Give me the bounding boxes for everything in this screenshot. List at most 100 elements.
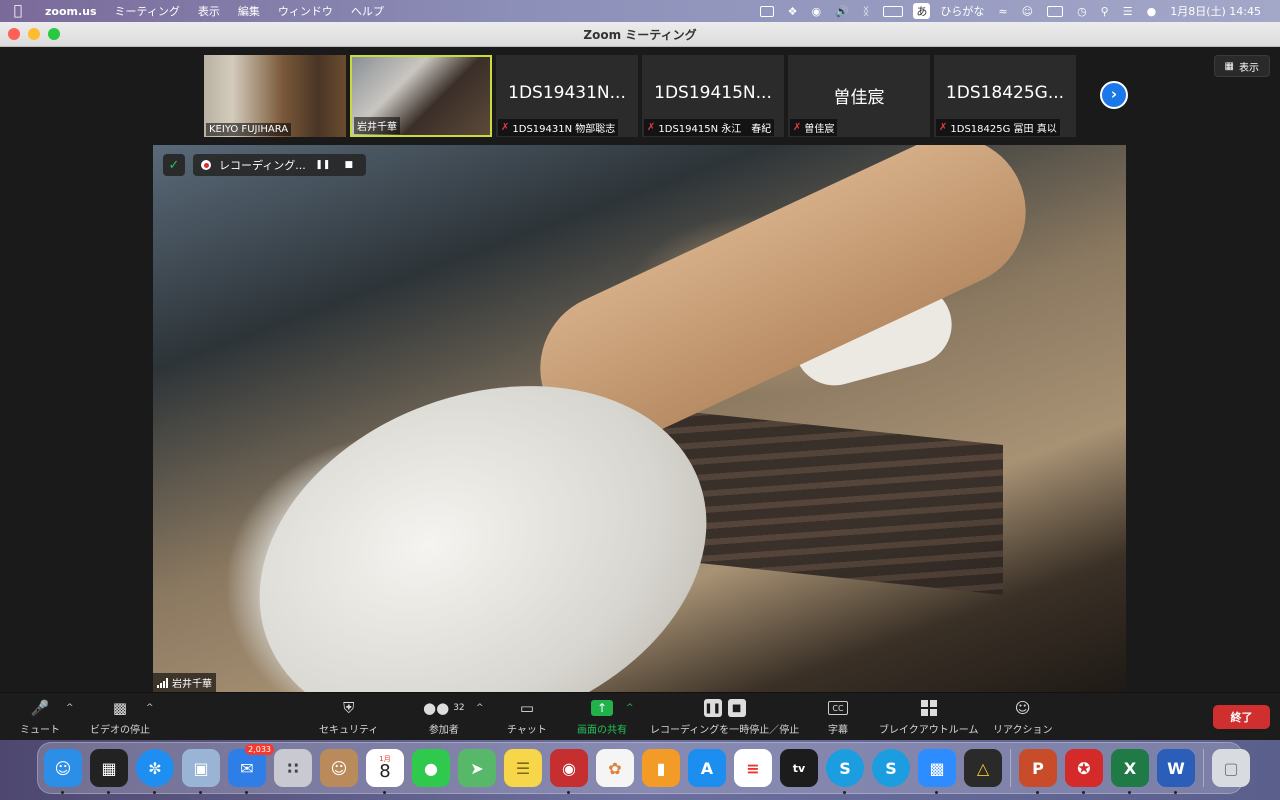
contacts-icon[interactable]: ☺ xyxy=(320,749,358,787)
menu-edit[interactable]: 編集 xyxy=(229,3,269,19)
recording-dot-icon xyxy=(201,160,211,170)
zoom-status-icon[interactable] xyxy=(753,5,781,17)
grid-view-icon: ▦ xyxy=(1224,60,1234,72)
menu-clock[interactable]: 1月8日(土) 14:45 xyxy=(1163,3,1268,19)
share-screen-button[interactable]: ↑ 画面の共有 xyxy=(577,699,627,736)
participant-tile[interactable]: 1DS18425G... ✗ 1DS18425G 冨田 真以 xyxy=(934,55,1076,137)
active-speaker-video: ✓ レコーディング... ❚❚ ■ 岩井千華 xyxy=(153,145,1126,692)
breakout-rooms-icon xyxy=(920,700,937,716)
stop-recording-button[interactable]: ■ xyxy=(340,157,358,173)
participant-name: 岩井千華 xyxy=(354,117,400,134)
participant-tile[interactable]: KEIYO FUJIHARA xyxy=(204,55,346,137)
encryption-shield-icon[interactable]: ✓ xyxy=(163,154,185,176)
chat-bubble-icon: ▭ xyxy=(519,699,535,717)
stop-video-button[interactable]: ▩ ビデオの停止 xyxy=(90,699,150,736)
wifi-icon[interactable]: ≈ xyxy=(991,5,1014,18)
security-button[interactable]: ⛨ セキュリティ xyxy=(319,699,378,736)
participants-icon: ●● xyxy=(423,699,450,717)
bluetooth-icon[interactable]: ᛝ xyxy=(856,5,877,18)
participants-options-caret[interactable]: ^ xyxy=(476,703,484,713)
user-icon[interactable]: ☺ xyxy=(1015,5,1040,18)
recording-overlay: ✓ レコーディング... ❚❚ ■ xyxy=(163,154,366,176)
video-options-caret[interactable]: ^ xyxy=(146,703,154,713)
participant-name: KEIYO FUJIHARA xyxy=(206,123,292,136)
recording-controls-label: レコーディングを一時停止／停止 xyxy=(650,725,800,736)
preview-icon[interactable]: ▣ xyxy=(182,749,220,794)
safari-icon[interactable]: ✼ xyxy=(136,749,174,794)
participant-display-name: 曽佳宸 xyxy=(833,88,885,108)
calendar-day: 8 xyxy=(379,760,391,782)
word-icon[interactable]: W xyxy=(1157,749,1195,794)
zoom-icon[interactable]: ▩ xyxy=(918,749,956,794)
app-store-icon[interactable]: A xyxy=(688,749,726,787)
participant-tile[interactable]: 曽佳宸 ✗ 曽佳宸 xyxy=(788,55,930,137)
mute-button[interactable]: 🎤 ミュート xyxy=(20,699,60,736)
participant-display-name: 1DS19431N... xyxy=(508,83,626,103)
input-method-icon[interactable]: あ xyxy=(913,3,931,19)
dropbox-icon[interactable]: ❖ xyxy=(781,5,805,18)
next-page-button[interactable]: › xyxy=(1100,81,1128,109)
menu-help[interactable]: ヘルプ xyxy=(342,3,393,19)
control-center-icon[interactable]: ☰ xyxy=(1116,5,1140,18)
dock-separator xyxy=(1010,749,1011,787)
mute-options-caret[interactable]: ^ xyxy=(66,703,74,713)
spotlight-search-icon[interactable]: ⚲ xyxy=(1094,5,1116,18)
skype-alt-icon[interactable]: S xyxy=(872,749,910,787)
participant-tile[interactable]: 1DS19415N... ✗ 1DS19415N 永江 春紀 xyxy=(642,55,784,137)
photos-icon[interactable]: ✿ xyxy=(596,749,634,787)
menu-app-name[interactable]: zoom.us xyxy=(36,5,106,18)
excel-icon[interactable]: X xyxy=(1111,749,1149,794)
calendar-icon[interactable]: 1月 8 xyxy=(366,749,404,794)
end-meeting-button[interactable]: 終了 xyxy=(1213,705,1270,729)
meeting-toolbar: 🎤 ミュート ^ ▩ ビデオの停止 ^ ⛨ セキュリティ ●● 32 参加者 ^ … xyxy=(0,692,1280,740)
shield-icon: ⛨ xyxy=(343,699,355,717)
participants-button[interactable]: ●● 32 参加者 xyxy=(423,699,465,736)
security-label: セキュリティ xyxy=(319,725,379,736)
menu-meeting[interactable]: ミーティング xyxy=(106,3,189,19)
launchpad-icon[interactable]: ∷ xyxy=(274,749,312,787)
apple-tv-icon[interactable]: tv xyxy=(780,749,818,787)
mail-icon[interactable]: ✉ 2,033 xyxy=(228,744,274,794)
trend-micro-icon[interactable]: ✪ xyxy=(1065,749,1103,794)
powerpoint-icon[interactable]: P xyxy=(1019,749,1057,794)
menu-view[interactable]: 表示 xyxy=(189,3,229,19)
mission-control-icon[interactable]: ▦ xyxy=(90,749,128,794)
view-button[interactable]: ▦ 表示 xyxy=(1213,55,1270,77)
skype-icon[interactable]: S xyxy=(826,749,864,794)
share-options-caret[interactable]: ^ xyxy=(626,703,634,713)
siri-icon[interactable]: ● xyxy=(1140,5,1164,18)
speaker-name-label: 岩井千華 xyxy=(153,673,216,692)
chevron-right-icon: › xyxy=(1110,85,1118,103)
participant-tile[interactable]: 1DS19431N... ✗ 1DS19431N 物部聡志 xyxy=(496,55,638,137)
volume-icon[interactable]: 🔊 xyxy=(828,5,856,18)
mic-muted-icon: ✗ xyxy=(647,122,656,133)
stop-icon: ■ xyxy=(727,699,746,717)
recording-controls-button[interactable]: ❚❚ ■ レコーディングを一時停止／停止 xyxy=(650,699,799,736)
google-drive-icon[interactable]: △ xyxy=(964,749,1002,787)
photo-booth-icon[interactable]: ◉ xyxy=(550,749,588,794)
trash-icon[interactable]: ▢ xyxy=(1212,749,1250,787)
captions-button[interactable]: CC 字幕 xyxy=(828,699,848,736)
share-screen-label: 画面の共有 xyxy=(577,725,627,736)
apple-icon[interactable]:  xyxy=(0,3,36,19)
reminders-icon[interactable]: ≡ xyxy=(734,749,772,787)
battery-icon[interactable] xyxy=(876,5,910,17)
time-machine-icon[interactable]: ◷ xyxy=(1070,5,1094,18)
chat-button[interactable]: ▭ チャット xyxy=(507,699,547,736)
pause-recording-button[interactable]: ❚❚ xyxy=(314,157,332,173)
mic-muted-icon: ✗ xyxy=(501,122,510,133)
finder-icon[interactable]: ☺ xyxy=(44,749,82,794)
breakout-rooms-button[interactable]: ブレイクアウトルーム xyxy=(879,699,979,736)
messages-icon[interactable]: ● xyxy=(412,749,450,787)
dock-separator xyxy=(1203,749,1204,787)
input-method-label[interactable]: ひらがな xyxy=(933,3,991,19)
menu-window[interactable]: ウィンドウ xyxy=(269,3,342,19)
reactions-button[interactable]: ☺ リアクション xyxy=(993,699,1053,736)
participants-label: 参加者 xyxy=(428,725,459,736)
norton-icon[interactable]: ◉ xyxy=(804,5,828,18)
maps-icon[interactable]: ➤ xyxy=(458,749,496,787)
keyboard-icon[interactable] xyxy=(1040,5,1070,17)
participant-tile-active[interactable]: 岩井千華 xyxy=(350,55,492,137)
books-icon[interactable]: ▮ xyxy=(642,749,680,787)
notes-icon[interactable]: ☰ xyxy=(504,749,542,787)
